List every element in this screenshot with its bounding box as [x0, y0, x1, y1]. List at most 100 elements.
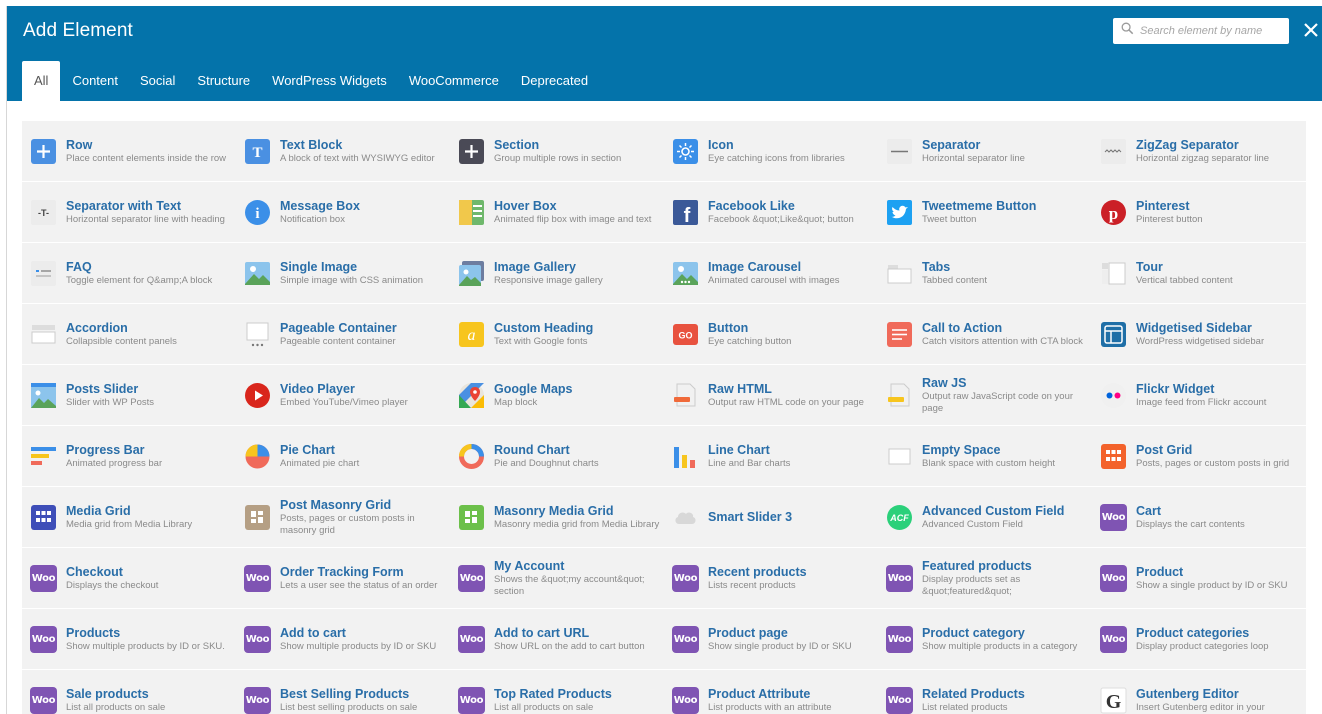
element-empty-space[interactable]: Empty Space Blank space with custom heigh… [878, 426, 1092, 487]
element-product-categories[interactable]: Woo Product categories Display product cat… [1092, 609, 1306, 670]
element-widgetised-sidebar[interactable]: Widgetised Sidebar WordPress widgetised s… [1092, 304, 1306, 365]
element-text-block[interactable]: T Text Block A block of text with WYSIWYG … [236, 121, 450, 182]
element-name: Pinterest [1136, 199, 1190, 213]
element-name: Cart [1136, 504, 1162, 518]
element-pageable-container[interactable]: Pageable Container Pageable content conta… [236, 304, 450, 365]
element-button[interactable]: GO Button Eye catching button [664, 304, 878, 365]
element-pinterest[interactable]: p Pinterest Pinterest button [1092, 182, 1306, 243]
raw-html-icon [672, 382, 699, 409]
element-post-grid[interactable]: Post Grid Posts, pages or custom posts in… [1092, 426, 1306, 487]
element-add-to-cart-url[interactable]: Woo Add to cart URL Show URL on the add to… [450, 609, 664, 670]
element-image-carousel[interactable]: Image Carousel Animated carousel with ima… [664, 243, 878, 304]
element-sale-products[interactable]: Woo Sale products List all products on sal… [22, 670, 236, 714]
element-masonry-media-grid[interactable]: Masonry Media Grid Masonry media grid fro… [450, 487, 664, 548]
woo-icon: Woo [30, 626, 57, 653]
element-checkout[interactable]: Woo Checkout Displays the checkout [22, 548, 236, 609]
gutenberg-icon: G [1100, 687, 1127, 714]
tab-woocommerce[interactable]: WooCommerce [398, 73, 510, 101]
element-text: Accordion Collapsible content panels [66, 321, 177, 348]
element-section[interactable]: Section Group multiple rows in section [450, 121, 664, 182]
tab-all[interactable]: All [22, 61, 61, 101]
element-description: Shows the &quot;my account&quot; section [494, 574, 645, 597]
element-icon[interactable]: Icon Eye catching icons from libraries [664, 121, 878, 182]
dialog-header: Add Element AllContentSocialStructureWor… [7, 6, 1322, 101]
element-product-attribute[interactable]: Woo Product Attribute List products with a… [664, 670, 878, 714]
element-flickr-widget[interactable]: Flickr Widget Image feed from Flickr acco… [1092, 365, 1306, 426]
tab-structure[interactable]: Structure [186, 73, 261, 101]
close-icon[interactable] [1299, 18, 1322, 42]
element-google-maps[interactable]: Google Maps Map block [450, 365, 664, 426]
element-product-category[interactable]: Woo Product category Show multiple product… [878, 609, 1092, 670]
element-description: Tabbed content [922, 275, 987, 286]
element-top-rated-products[interactable]: Woo Top Rated Products List all products o… [450, 670, 664, 714]
element-gutenberg-editor[interactable]: G Gutenberg Editor Insert Gutenberg editor… [1092, 670, 1306, 714]
woo-icon: Woo [672, 626, 699, 653]
element-progress-bar[interactable]: Progress Bar Animated progress bar [22, 426, 236, 487]
element-text: Icon Eye catching icons from libraries [708, 138, 845, 165]
element-name: Line Chart [708, 443, 770, 457]
element-description: List related products [922, 702, 1008, 713]
element-best-selling-products[interactable]: Woo Best Selling Products List best sellin… [236, 670, 450, 714]
element-image-gallery[interactable]: Image Gallery Responsive image gallery [450, 243, 664, 304]
donut-icon [458, 443, 485, 470]
element-description: Text with Google fonts [494, 336, 588, 347]
search-input[interactable] [1140, 25, 1280, 37]
element-product[interactable]: Woo Product Show a single product by ID or… [1092, 548, 1306, 609]
element-cart[interactable]: Woo Cart Displays the cart contents [1092, 487, 1306, 548]
element-text: Media Grid Media grid from Media Library [66, 504, 192, 531]
element-single-image[interactable]: Single Image Simple image with CSS animat… [236, 243, 450, 304]
element-zigzag-separator[interactable]: ZigZag Separator Horizontal zigzag separa… [1092, 121, 1306, 182]
element-raw-html[interactable]: Raw HTML Output raw HTML code on your pag… [664, 365, 878, 426]
element-custom-heading[interactable]: a Custom Heading Text with Google fonts [450, 304, 664, 365]
hover-box-icon [458, 199, 485, 226]
element-add-to-cart[interactable]: Woo Add to cart Show multiple products by … [236, 609, 450, 670]
element-posts-slider[interactable]: Posts Slider Slider with WP Posts [22, 365, 236, 426]
element-media-grid[interactable]: Media Grid Media grid from Media Library [22, 487, 236, 548]
element-raw-js[interactable]: Raw JS Output raw JavaScript code on your… [878, 365, 1092, 426]
element-pie-chart[interactable]: Pie Chart Animated pie chart [236, 426, 450, 487]
element-message-box[interactable]: i Message Box Notification box [236, 182, 450, 243]
tab-wordpress-widgets[interactable]: WordPress Widgets [261, 73, 398, 101]
bar-chart-icon [672, 443, 699, 470]
tab-deprecated[interactable]: Deprecated [510, 73, 599, 101]
tab-social[interactable]: Social [129, 73, 186, 101]
element-text: Raw JS Output raw JavaScript code on your… [922, 376, 1090, 415]
element-faq[interactable]: FAQ Toggle element for Q&amp;A block [22, 243, 236, 304]
add-element-dialog: Add Element AllContentSocialStructureWor… [6, 6, 1322, 714]
element-related-products[interactable]: Woo Related Products List related products [878, 670, 1092, 714]
element-video-player[interactable]: Video Player Embed YouTube/Vimeo player [236, 365, 450, 426]
element-row[interactable]: Row Place content elements inside the row [22, 121, 236, 182]
element-order-tracking-form[interactable]: Woo Order Tracking Form Lets a user see th… [236, 548, 450, 609]
element-name: Pageable Container [280, 321, 397, 335]
element-facebook-like[interactable]: f Facebook Like Facebook &quot;Like&quot; … [664, 182, 878, 243]
element-advanced-custom-field[interactable]: ACF Advanced Custom Field Advanced Custom … [878, 487, 1092, 548]
element-tour[interactable]: Tour Vertical tabbed content [1092, 243, 1306, 304]
search-box[interactable] [1113, 18, 1289, 44]
element-call-to-action[interactable]: Call to Action Catch visitors attention w… [878, 304, 1092, 365]
element-product-page[interactable]: Woo Product page Show single product by ID… [664, 609, 878, 670]
element-products[interactable]: Woo Products Show multiple products by ID … [22, 609, 236, 670]
element-text: Gutenberg Editor Insert Gutenberg editor … [1136, 687, 1265, 714]
woo-icon: Woo [458, 626, 485, 653]
element-recent-products[interactable]: Woo Recent products Lists recent products [664, 548, 878, 609]
element-description: Blank space with custom height [922, 458, 1056, 469]
element-separator[interactable]: Separator Horizontal separator line [878, 121, 1092, 182]
woo-icon: Woo [30, 687, 57, 714]
element-tweetmeme-button[interactable]: Tweetmeme Button Tweet button [878, 182, 1092, 243]
element-tabs[interactable]: Tabs Tabbed content [878, 243, 1092, 304]
element-my-account[interactable]: Woo My Account Shows the &quot;my account&… [450, 548, 664, 609]
element-separator-with-text[interactable]: -T- Separator with Text Horizontal separat… [22, 182, 236, 243]
play-icon [244, 382, 271, 409]
element-round-chart[interactable]: Round Chart Pie and Doughnut charts [450, 426, 664, 487]
element-hover-box[interactable]: Hover Box Animated flip box with image an… [450, 182, 664, 243]
element-featured-products[interactable]: Woo Featured products Display products set… [878, 548, 1092, 609]
tab-content[interactable]: Content [61, 73, 129, 101]
element-post-masonry-grid[interactable]: Post Masonry Grid Posts, pages or custom … [236, 487, 450, 548]
element-accordion[interactable]: Accordion Collapsible content panels [22, 304, 236, 365]
woo-icon: Woo [1100, 504, 1127, 531]
element-name: Icon [708, 138, 734, 152]
element-smart-slider-3[interactable]: Smart Slider 3 [664, 487, 878, 548]
element-name: Progress Bar [66, 443, 145, 457]
cloud-icon [672, 504, 699, 531]
element-line-chart[interactable]: Line Chart Line and Bar charts [664, 426, 878, 487]
